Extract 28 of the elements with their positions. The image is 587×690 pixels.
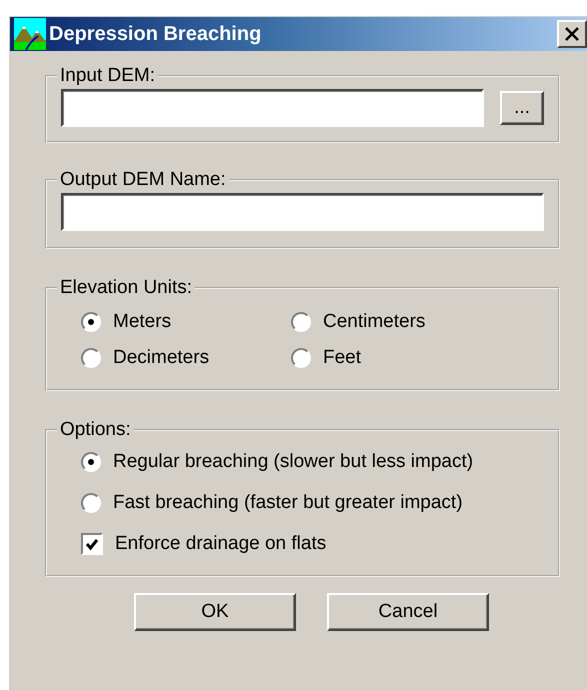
option-label: Fast breaching (faster but greater impact) <box>113 492 463 514</box>
ok-button[interactable]: OK <box>134 593 296 631</box>
input-field[interactable] <box>61 89 484 127</box>
option-label: Regular breaching (slower but less impact) <box>113 451 474 473</box>
group-label: Elevation Units: <box>59 277 194 299</box>
close-icon <box>565 27 579 41</box>
option-label: Centimeters <box>323 311 426 333</box>
checkbox[interactable] <box>81 533 103 555</box>
option-label: Meters <box>113 311 172 333</box>
mountain-icon <box>14 18 46 50</box>
window-title: Depression Breaching <box>49 22 262 46</box>
close-button[interactable] <box>557 20 587 48</box>
group-label: Output DEM Name: <box>59 169 227 191</box>
check-icon <box>85 537 99 551</box>
radio-button[interactable] <box>81 348 101 368</box>
option-label: Feet <box>323 347 362 369</box>
radio-button[interactable] <box>81 452 101 472</box>
option-label: Decimeters <box>113 347 210 369</box>
input-field[interactable] <box>61 193 544 231</box>
cancel-button[interactable]: Cancel <box>327 593 489 631</box>
radio-button[interactable] <box>291 348 311 368</box>
radio-button[interactable] <box>81 493 101 513</box>
option-label: Enforce drainage on flats <box>115 533 326 555</box>
radio-button[interactable] <box>291 312 311 332</box>
group-label: Input DEM: <box>59 65 156 87</box>
browse-button[interactable]: ... <box>500 91 544 125</box>
group-label: Options: <box>59 419 132 441</box>
radio-button[interactable] <box>81 312 101 332</box>
